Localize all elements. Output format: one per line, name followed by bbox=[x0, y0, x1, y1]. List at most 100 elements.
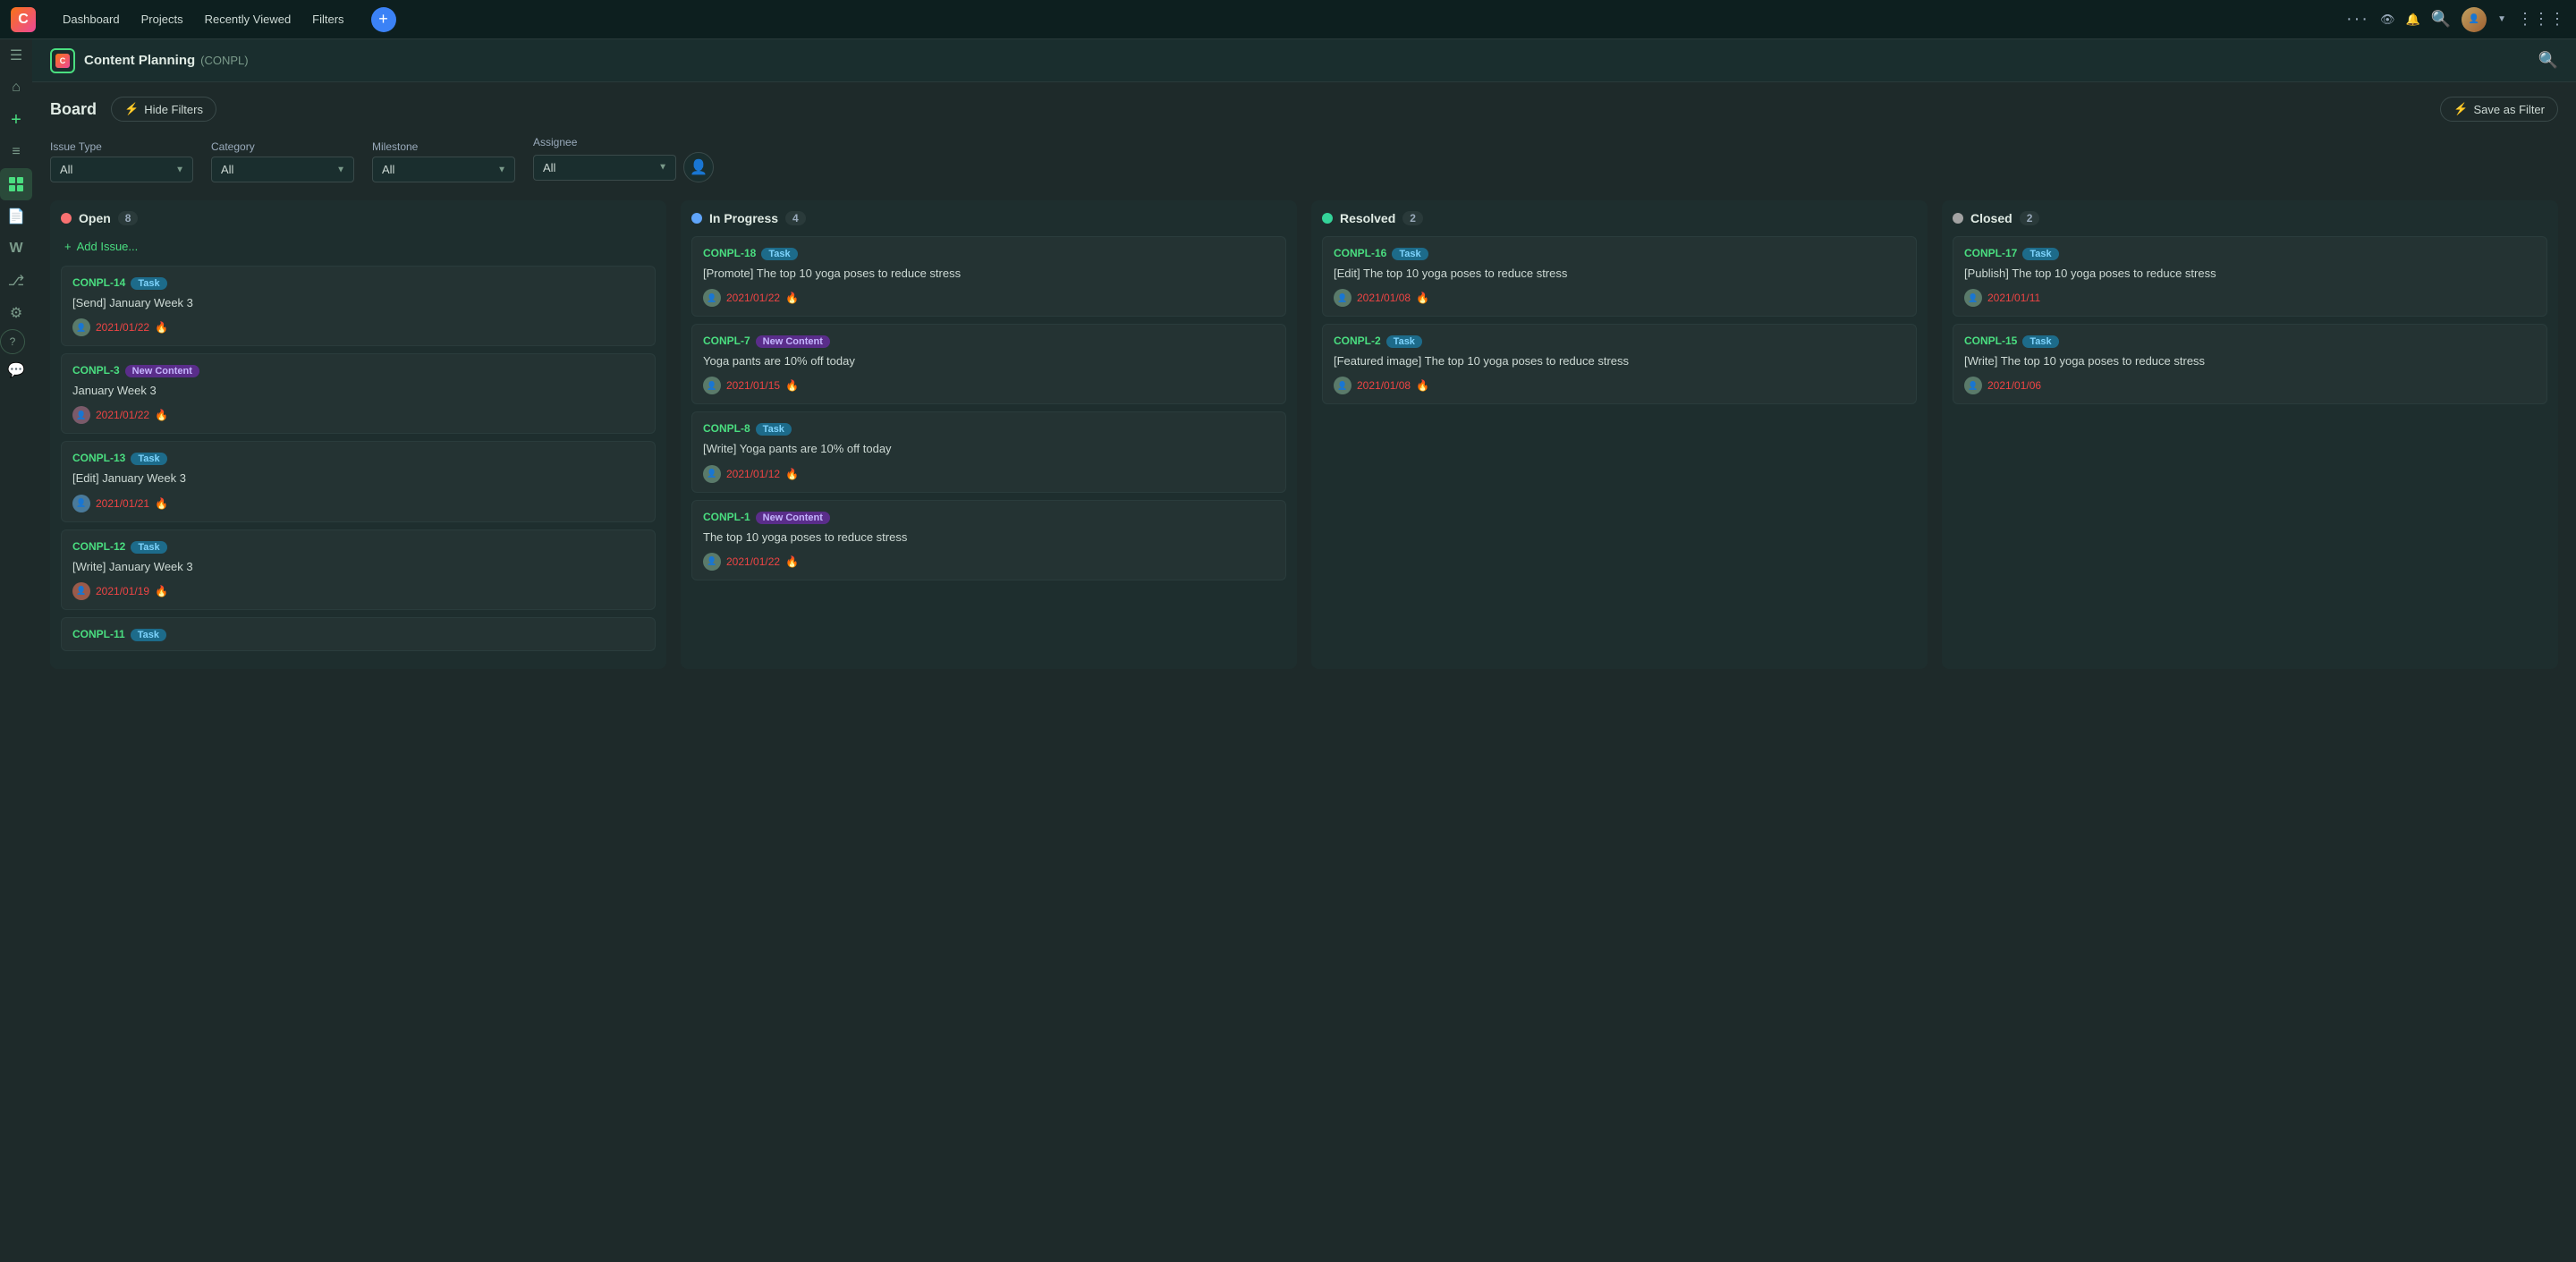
sidebar-settings-icon[interactable]: ⚙ bbox=[0, 297, 32, 329]
nav-recently-viewed[interactable]: Recently Viewed bbox=[196, 9, 301, 30]
sidebar-word-icon[interactable]: W bbox=[0, 233, 32, 265]
column-resolved: Resolved 2 CONPL-16Task [Edit] The top 1… bbox=[1311, 200, 1928, 669]
nav-filters[interactable]: Filters bbox=[303, 9, 352, 30]
top-nav: C Dashboard Projects Recently Viewed Fil… bbox=[0, 0, 2576, 39]
fire-icon: 🔥 bbox=[785, 555, 799, 568]
avatar: 👤 bbox=[72, 406, 90, 424]
save-filter-button[interactable]: ⚡ Save as Filter bbox=[2440, 97, 2558, 122]
card-title: [Write] January Week 3 bbox=[72, 559, 644, 575]
avatar: 👤 bbox=[72, 318, 90, 336]
card-id: CONPL-7 bbox=[703, 335, 750, 347]
apps-icon[interactable]: ⋮⋮⋮ bbox=[2517, 10, 2565, 29]
card-date: 2021/01/06 bbox=[1987, 379, 2041, 392]
card-badge: Task bbox=[131, 453, 166, 465]
table-row[interactable]: CONPL-11Task bbox=[61, 617, 656, 651]
milestone-select[interactable]: All bbox=[372, 157, 515, 182]
category-select[interactable]: All bbox=[211, 157, 354, 182]
fire-icon: 🔥 bbox=[1416, 379, 1429, 392]
table-row[interactable]: CONPL-16Task [Edit] The top 10 yoga pose… bbox=[1322, 236, 1917, 317]
sidebar-git-icon[interactable]: ⎇ bbox=[0, 265, 32, 297]
search-icon[interactable]: 🔍 bbox=[2431, 10, 2451, 29]
table-row[interactable]: CONPL-2Task [Featured image] The top 10 … bbox=[1322, 324, 1917, 404]
table-row[interactable]: CONPL-17Task [Publish] The top 10 yoga p… bbox=[1953, 236, 2547, 317]
open-count: 8 bbox=[118, 211, 139, 225]
table-row[interactable]: CONPL-15Task [Write] The top 10 yoga pos… bbox=[1953, 324, 2547, 404]
save-filter-icon: ⚡ bbox=[2453, 102, 2468, 116]
avatar: 👤 bbox=[72, 582, 90, 600]
sidebar: ☰ ⌂ + ≡ 📄 W ⎇ ⚙ ? 💬 bbox=[0, 39, 32, 1262]
card-date: 2021/01/22 bbox=[726, 292, 780, 304]
avatar: 👤 bbox=[703, 553, 721, 571]
fire-icon: 🔥 bbox=[155, 585, 168, 597]
sidebar-help-icon[interactable]: ? bbox=[0, 329, 25, 354]
fire-icon: 🔥 bbox=[155, 321, 168, 334]
app-logo[interactable]: C bbox=[11, 7, 36, 32]
add-issue-open[interactable]: + Add Issue... bbox=[61, 236, 656, 257]
table-row[interactable]: CONPL-13Task [Edit] January Week 3 👤2021… bbox=[61, 441, 656, 521]
sidebar-board-icon[interactable] bbox=[0, 168, 32, 200]
hide-filters-button[interactable]: ⚡ Hide Filters bbox=[111, 97, 216, 122]
closed-count: 2 bbox=[2020, 211, 2040, 225]
project-key: (CONPL) bbox=[200, 54, 248, 67]
project-header: C Content Planning (CONPL) 🔍 bbox=[32, 39, 2576, 82]
user-avatar[interactable]: 👤 bbox=[2462, 7, 2487, 32]
inprogress-dot bbox=[691, 213, 702, 224]
avatar: 👤 bbox=[703, 465, 721, 483]
avatar-chevron[interactable]: ▼ bbox=[2497, 14, 2506, 24]
sidebar-doc-icon[interactable]: 📄 bbox=[0, 200, 32, 233]
table-row[interactable]: CONPL-12Task [Write] January Week 3 👤202… bbox=[61, 529, 656, 610]
table-row[interactable]: CONPL-7 New Content Yoga pants are 10% of… bbox=[691, 324, 1286, 404]
card-badge: Task bbox=[131, 277, 166, 290]
issue-type-label: Issue Type bbox=[50, 140, 193, 153]
fire-icon: 🔥 bbox=[785, 468, 799, 480]
card-date: 2021/01/22 bbox=[96, 321, 149, 334]
project-search-icon[interactable]: 🔍 bbox=[2538, 51, 2558, 70]
card-title: [Edit] The top 10 yoga poses to reduce s… bbox=[1334, 266, 1905, 282]
bell-icon[interactable]: 🔔 bbox=[2405, 13, 2419, 27]
card-id: CONPL-1 bbox=[703, 511, 750, 523]
assignee-select[interactable]: All bbox=[533, 155, 676, 181]
more-icon[interactable]: ··· bbox=[2346, 9, 2369, 30]
sidebar-create-icon[interactable]: + bbox=[0, 104, 32, 136]
issue-type-select[interactable]: All bbox=[50, 157, 193, 182]
assignee-avatar-button[interactable]: 👤 bbox=[683, 152, 714, 182]
card-title: [Edit] January Week 3 bbox=[72, 470, 644, 487]
card-badge: Task bbox=[131, 541, 166, 554]
card-date: 2021/01/15 bbox=[726, 379, 780, 392]
sidebar-chat-icon[interactable]: 💬 bbox=[0, 354, 32, 386]
add-button[interactable]: + bbox=[371, 7, 396, 32]
nav-projects[interactable]: Projects bbox=[132, 9, 192, 30]
fire-icon: 🔥 bbox=[155, 497, 168, 510]
resolved-dot bbox=[1322, 213, 1333, 224]
card-title: [Promote] The top 10 yoga poses to reduc… bbox=[703, 266, 1275, 282]
filter-icon: ⚡ bbox=[124, 102, 139, 116]
table-row[interactable]: CONPL-1New Content The top 10 yoga poses… bbox=[691, 500, 1286, 580]
project-logo: C bbox=[50, 48, 75, 73]
card-date: 2021/01/12 bbox=[726, 468, 780, 480]
card-title: [Featured image] The top 10 yoga poses t… bbox=[1334, 353, 1905, 369]
open-label: Open bbox=[79, 211, 111, 225]
card-title: January Week 3 bbox=[72, 383, 644, 399]
card-badge: New Content bbox=[756, 335, 830, 348]
card-id: CONPL-15 bbox=[1964, 335, 2017, 347]
table-row[interactable]: CONPL-14Task [Send] January Week 3 👤2021… bbox=[61, 266, 656, 346]
card-badge: Task bbox=[761, 248, 797, 260]
table-row[interactable]: CONPL-18Task [Promote] The top 10 yoga p… bbox=[691, 236, 1286, 317]
eye-icon[interactable]: 👁 bbox=[2380, 13, 2395, 27]
fire-icon: 🔥 bbox=[785, 379, 799, 392]
card-date: 2021/01/08 bbox=[1357, 292, 1411, 304]
sidebar-menu-icon[interactable]: ☰ bbox=[0, 39, 32, 72]
assignee-label: Assignee bbox=[533, 136, 714, 148]
table-row[interactable]: CONPL-8Task [Write] Yoga pants are 10% o… bbox=[691, 411, 1286, 492]
sidebar-home-icon[interactable]: ⌂ bbox=[0, 72, 32, 104]
table-row[interactable]: CONPL-3New Content January Week 3 👤2021/… bbox=[61, 353, 656, 434]
card-title: Yoga pants are 10% off today bbox=[703, 353, 1275, 369]
card-date: 2021/01/19 bbox=[96, 585, 149, 597]
sidebar-list-icon[interactable]: ≡ bbox=[0, 136, 32, 168]
card-badge: Task bbox=[2022, 335, 2058, 348]
board-title: Board bbox=[50, 100, 97, 119]
nav-dashboard[interactable]: Dashboard bbox=[54, 9, 129, 30]
card-id: CONPL-14 bbox=[72, 276, 125, 289]
card-title: The top 10 yoga poses to reduce stress bbox=[703, 529, 1275, 546]
card-date: 2021/01/08 bbox=[1357, 379, 1411, 392]
